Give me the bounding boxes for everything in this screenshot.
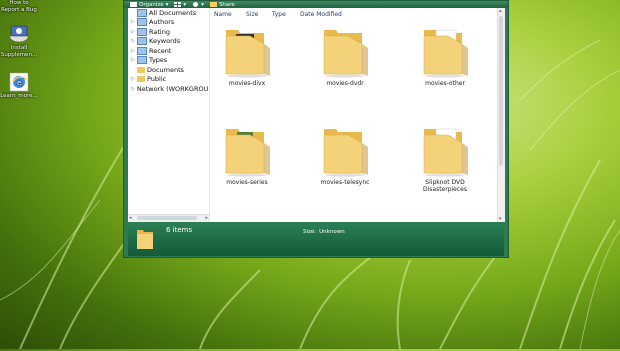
folder-icon (137, 230, 153, 249)
explorer-client-area: All Documents ▷ Authors ▷ Rating ▷ Keywords ▷ Re… (128, 8, 505, 222)
folder-label: movies-other (425, 80, 465, 87)
desktop-icon-report-bug[interactable]: How to Report a Bug (0, 0, 38, 14)
install-label-line1: Install (10, 45, 28, 51)
folder-item[interactable]: movies-divx (207, 24, 287, 87)
search-folder-icon (137, 46, 147, 55)
organize-icon (130, 2, 137, 7)
folder-item[interactable]: Slipknot DVD Disasterpieces (405, 123, 485, 193)
organize-label: Organize (139, 1, 164, 8)
folder-icon (207, 123, 287, 177)
nav-item[interactable]: ▷ Types (128, 56, 209, 66)
learn-more-label: Learn_more... (0, 93, 38, 99)
nav-item-label: Keywords (149, 37, 181, 46)
folder-item[interactable]: movies-series (207, 123, 287, 186)
navigation-pane: All Documents ▷ Authors ▷ Rating ▷ Keywords ▷ Re… (128, 8, 210, 222)
column-headers: Name Size Type Date Modified (210, 8, 497, 20)
chevron-down-icon: ▾ (183, 1, 187, 8)
column-header-date-modified[interactable]: Date Modified (300, 11, 360, 18)
search-folder-icon (137, 37, 147, 46)
views-icon (174, 2, 182, 7)
folder-icon (137, 66, 145, 73)
folder-icon (405, 24, 485, 78)
nav-item-label: Documents (147, 65, 185, 74)
column-header-size[interactable]: Size (246, 11, 272, 18)
command-bar: Organize ▾ ▾ ▾ Share (124, 1, 508, 8)
nav-item-label: Authors (149, 18, 175, 27)
nav-item[interactable]: ▷ Recent (128, 46, 209, 56)
column-header-name[interactable]: Name (210, 11, 246, 18)
folder-item[interactable]: movies-telesync (305, 123, 385, 186)
desktop-icon-learn-more[interactable]: e Learn_more... (0, 72, 38, 100)
folder-icon (207, 24, 287, 78)
folder-icon (305, 123, 385, 177)
folder-item[interactable]: movies-dvdr (305, 24, 385, 87)
folder-icon (305, 24, 385, 78)
views-button[interactable]: ▾ (174, 2, 186, 8)
share-icon (209, 2, 217, 7)
size-info: Size: Unknown (303, 229, 345, 235)
nav-horizontal-scrollbar[interactable]: ◂ ▸ (128, 214, 209, 222)
nav-item[interactable]: ▷ Rating (128, 27, 209, 37)
search-folder-icon (137, 56, 147, 65)
share-button[interactable]: Share (209, 1, 235, 8)
nav-item[interactable]: Documents (128, 65, 209, 75)
internet-explorer-icon: e (9, 72, 29, 92)
scroll-up-icon[interactable]: ▴ (499, 8, 502, 14)
report-bug-label-line2: Report a Bug (1, 7, 37, 13)
explorer-window: Organize ▾ ▾ ▾ Share All Documents ▷ Autho… (123, 0, 509, 258)
scroll-left-icon[interactable]: ◂ (129, 215, 132, 221)
nav-item[interactable]: ▷ Network (WORKGROUP (128, 84, 209, 94)
file-list: Name Size Type Date Modified movies-divx… (210, 8, 497, 222)
folder-item[interactable]: movies-other (405, 24, 485, 87)
item-count: 6 items (166, 226, 193, 234)
search-folder-icon (137, 18, 147, 27)
column-header-type[interactable]: Type (272, 11, 300, 18)
folder-label: movies-series (226, 179, 268, 186)
chevron-down-icon: ▾ (165, 1, 169, 8)
nav-item[interactable]: ▷ Public (128, 75, 209, 85)
nav-item[interactable]: ▷ Keywords (128, 37, 209, 47)
folder-label: movies-telesync (320, 179, 370, 186)
svg-text:e: e (17, 79, 21, 87)
expand-arrow-icon[interactable]: ▷ (131, 86, 135, 92)
folder-icon (137, 76, 145, 83)
nav-item-label: All Documents (149, 8, 197, 17)
nav-item[interactable]: ▷ Authors (128, 18, 209, 28)
burn-button[interactable]: ▾ (192, 2, 204, 8)
folder-label: Slipknot DVD Disasterpieces (422, 179, 467, 193)
scroll-right-icon[interactable]: ▸ (205, 215, 208, 221)
nav-item-label: Recent (149, 46, 172, 55)
burn-icon (193, 2, 199, 7)
nav-item[interactable]: All Documents (128, 8, 209, 18)
installer-disc-icon (9, 25, 29, 43)
folder-icon (405, 123, 485, 177)
organize-button[interactable]: Organize ▾ (130, 2, 168, 8)
chevron-down-icon: ▾ (201, 1, 204, 8)
folder-label: movies-dvdr (326, 80, 364, 87)
file-list-vertical-scrollbar[interactable]: ▴ ▾ (497, 8, 505, 222)
search-folder-icon (137, 27, 147, 36)
nav-item-label: Network (WORKGROUP (136, 84, 209, 93)
install-label-line2: Supplemen... (0, 52, 38, 58)
desktop-icon-install-supplemental[interactable]: Install Supplemen... (0, 24, 38, 59)
nav-scroll-thumb[interactable] (137, 216, 197, 220)
file-list-scroll-thumb[interactable] (499, 16, 503, 166)
report-bug-label-line1: How to (9, 0, 29, 6)
nav-item-label: Public (147, 75, 167, 84)
nav-item-label: Types (149, 56, 168, 65)
size-value: Unknown (319, 229, 345, 235)
size-label: Size: (303, 229, 317, 235)
details-pane: 6 items Size: Unknown (128, 222, 504, 256)
share-label: Share (218, 1, 235, 8)
folder-label: movies-divx (228, 80, 266, 87)
nav-item-label: Rating (149, 27, 170, 36)
search-folder-icon (137, 8, 147, 17)
